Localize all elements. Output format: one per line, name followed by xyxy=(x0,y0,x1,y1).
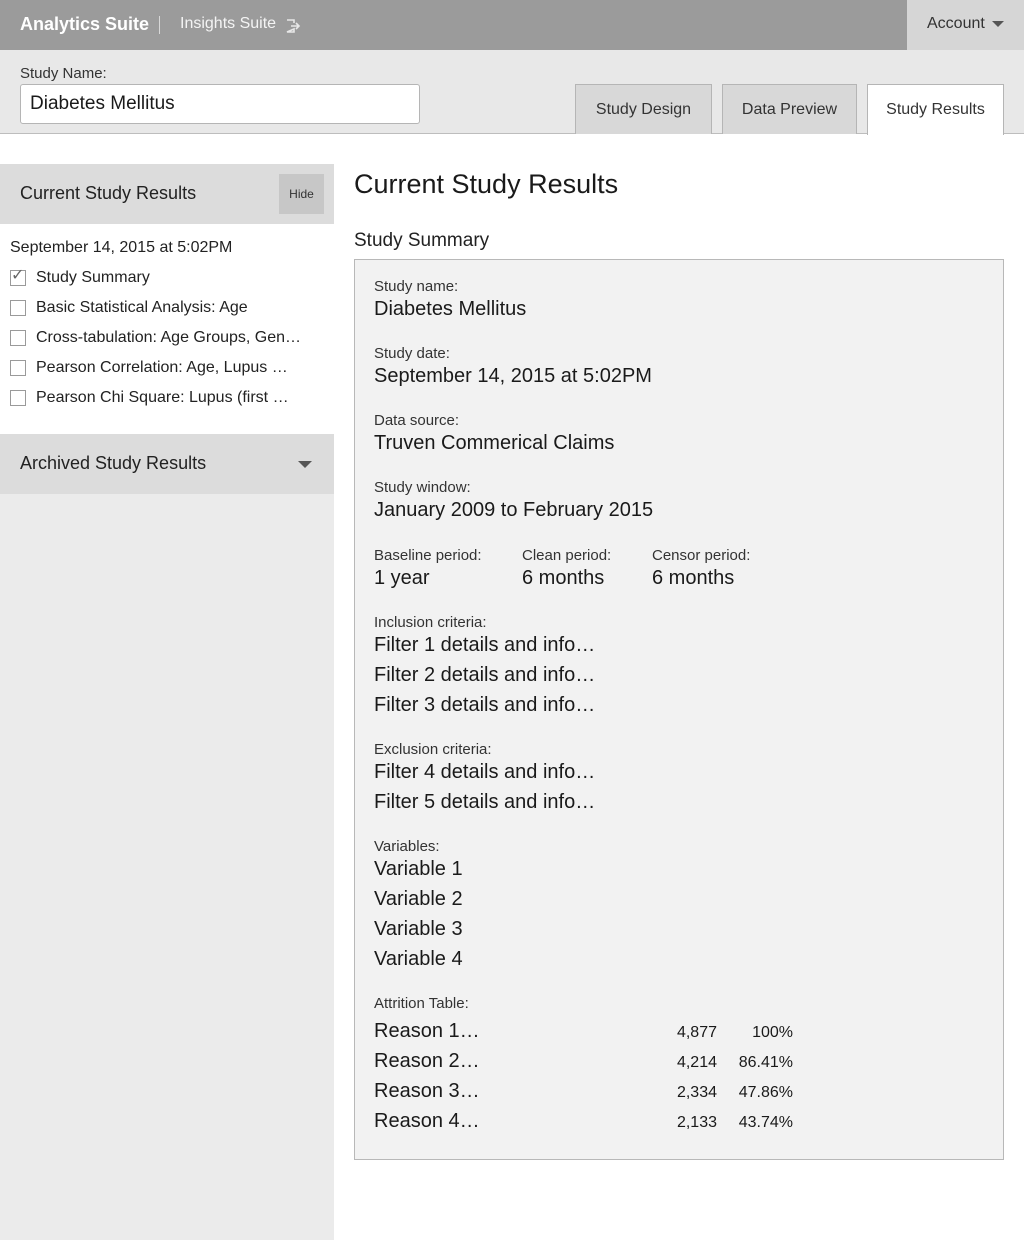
exclusion-filter: Filter 5 details and info… xyxy=(374,791,596,813)
current-results-list: September 14, 2015 at 5:02PM ✓ Study Sum… xyxy=(0,224,334,434)
sidebar: Current Study Results Hide September 14,… xyxy=(0,164,334,1240)
variable-item: Variable 1 xyxy=(374,858,463,880)
exclusion-criteria-label: Exclusion criteria: xyxy=(374,741,492,758)
checkmark-icon: ✓ xyxy=(11,267,25,284)
attrition-count: 4,214 xyxy=(676,1054,717,1071)
attrition-percent: 100% xyxy=(752,1024,793,1041)
checkbox[interactable] xyxy=(10,360,26,376)
study-window-label: Study window: xyxy=(374,479,471,496)
result-item-basic-statistical-analysis[interactable]: Basic Statistical Analysis: Age xyxy=(10,298,320,318)
study-window-value: January 2009 to February 2015 xyxy=(374,499,654,521)
chevron-down-icon xyxy=(992,21,1004,27)
variable-item: Variable 2 xyxy=(374,888,463,910)
result-item-label: Cross-tabulation: Age Groups, Gen… xyxy=(36,329,302,346)
attrition-reason: Reason 4… xyxy=(374,1110,480,1132)
inclusion-criteria-label: Inclusion criteria: xyxy=(374,614,487,631)
clean-period-value: 6 months xyxy=(522,567,605,589)
exit-icon[interactable] xyxy=(285,18,301,34)
result-item-label: Study Summary xyxy=(36,269,150,286)
attrition-count: 2,133 xyxy=(676,1114,717,1131)
attrition-percent: 47.86% xyxy=(738,1084,793,1101)
attrition-table-label: Attrition Table: xyxy=(374,995,469,1012)
study-name-input[interactable] xyxy=(20,84,420,124)
baseline-period-value: 1 year xyxy=(374,567,430,589)
censor-period-label: Censor period: xyxy=(652,547,751,564)
account-menu[interactable]: Account xyxy=(907,0,1024,50)
result-item-label: Pearson Chi Square: Lupus (first … xyxy=(36,389,289,406)
censor-period-value: 6 months xyxy=(652,567,735,589)
checkbox[interactable] xyxy=(10,300,26,316)
clean-period-label: Clean period: xyxy=(522,547,612,564)
attrition-reason: Reason 3… xyxy=(374,1080,480,1102)
result-item-study-summary[interactable]: ✓ Study Summary xyxy=(10,268,320,288)
exclusion-filter: Filter 4 details and info… xyxy=(374,761,596,783)
study-name-summary-value: Diabetes Mellitus xyxy=(374,298,527,320)
section-title: Study Summary xyxy=(354,230,490,251)
variables-label: Variables: xyxy=(374,838,440,855)
results-date: September 14, 2015 at 5:02PM xyxy=(10,239,233,256)
insights-suite-link[interactable]: Insights Suite xyxy=(180,15,276,33)
result-item-pearson-correlation[interactable]: Pearson Correlation: Age, Lupus … xyxy=(10,358,320,378)
brand-title[interactable]: Analytics Suite xyxy=(20,14,149,35)
data-source-value: Truven Commerical Claims xyxy=(374,432,615,454)
attrition-percent: 86.41% xyxy=(738,1054,793,1071)
tab-study-results[interactable]: Study Results xyxy=(867,84,1004,135)
archived-results-title: Archived Study Results xyxy=(20,453,207,473)
current-results-title: Current Study Results xyxy=(20,183,197,203)
result-item-pearson-chi-square[interactable]: Pearson Chi Square: Lupus (first … xyxy=(10,388,320,408)
attrition-reason: Reason 2… xyxy=(374,1050,480,1072)
tab-data-preview[interactable]: Data Preview xyxy=(722,84,857,134)
study-name-summary-label: Study name: xyxy=(374,278,459,295)
tab-study-design[interactable]: Study Design xyxy=(575,84,712,134)
checkbox[interactable] xyxy=(10,330,26,346)
result-item-label: Basic Statistical Analysis: Age xyxy=(36,299,248,316)
attrition-reason: Reason 1… xyxy=(374,1020,480,1042)
hide-button[interactable]: Hide xyxy=(279,174,324,214)
result-item-label: Pearson Correlation: Age, Lupus … xyxy=(36,359,288,376)
variable-item: Variable 3 xyxy=(374,918,463,940)
study-header: Study Name: Study Design Data Preview St… xyxy=(0,50,1024,135)
checkbox[interactable]: ✓ xyxy=(10,267,26,286)
checkbox[interactable] xyxy=(10,390,26,406)
archived-results-toggle[interactable]: Archived Study Results xyxy=(0,434,334,494)
current-results-header: Current Study Results Hide xyxy=(0,164,334,224)
inclusion-filter: Filter 2 details and info… xyxy=(374,664,596,686)
study-date-label: Study date: xyxy=(374,345,450,362)
attrition-count: 4,877 xyxy=(676,1024,717,1041)
page-title: Current Study Results xyxy=(354,169,619,199)
chevron-down-icon xyxy=(298,461,312,468)
variable-item: Variable 4 xyxy=(374,948,463,970)
data-source-label: Data source: xyxy=(374,412,460,429)
study-date-value: September 14, 2015 at 5:02PM xyxy=(374,365,652,387)
baseline-period-label: Baseline period: xyxy=(374,547,482,564)
attrition-count: 2,334 xyxy=(676,1084,717,1101)
brand-separator xyxy=(159,16,160,34)
study-summary-panel: Study name: Diabetes Mellitus Study date… xyxy=(354,259,1004,1160)
top-bar: Analytics Suite Insights Suite Account xyxy=(0,0,1024,50)
result-item-cross-tabulation[interactable]: Cross-tabulation: Age Groups, Gen… xyxy=(10,328,320,348)
inclusion-filter: Filter 3 details and info… xyxy=(374,694,596,716)
study-name-label: Study Name: xyxy=(20,65,107,82)
attrition-percent: 43.74% xyxy=(738,1114,793,1131)
account-label: Account xyxy=(927,15,985,32)
inclusion-filter: Filter 1 details and info… xyxy=(374,634,596,656)
